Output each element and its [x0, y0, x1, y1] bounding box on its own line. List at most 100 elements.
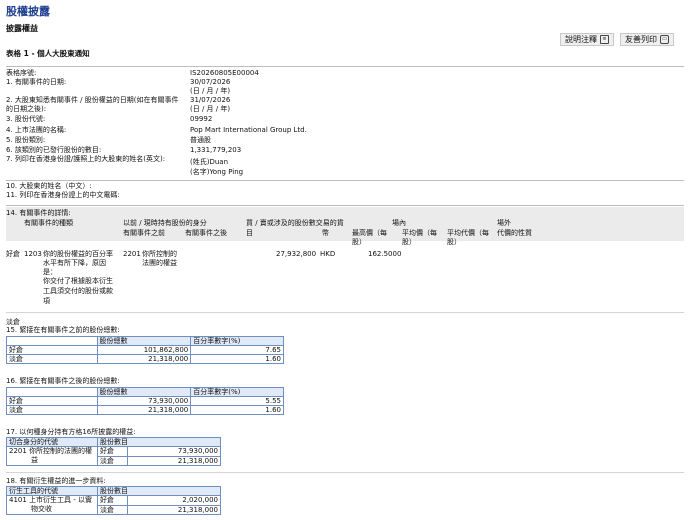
- header-shares: 股份數目: [97, 486, 221, 496]
- field-label: 5. 股份類別:: [6, 136, 46, 144]
- field-label-cont: 的日期之後):: [6, 105, 47, 113]
- header-pct: 百分率數字(%): [190, 336, 284, 346]
- section-14-header-bg: [6, 207, 684, 241]
- row-desc-line: 水平有所下降，原因: [43, 259, 106, 267]
- row-desc-line: 工具須交付的股份或款: [43, 287, 113, 295]
- row-before-line: 法團的權益: [142, 259, 177, 267]
- capacity-desc-cont: 益: [31, 456, 38, 464]
- header-shares: 股份總數: [96, 387, 192, 397]
- header-shares: 股份數目: [97, 437, 221, 447]
- field-label: 6. 該類別的已發行股份的數目:: [6, 146, 102, 154]
- field-label: 11. 列印在香港身份證上的中文電碼:: [6, 191, 120, 199]
- cell-pct: 1.60: [190, 405, 284, 415]
- row-desc-line: 項: [43, 297, 50, 305]
- printer-icon: ▭: [660, 35, 669, 44]
- capacity-code: 2201: [9, 447, 27, 455]
- header-code: 切合身分的代號: [6, 437, 98, 447]
- section-16-title: 16. 緊接在有關事件之後的股份總數:: [6, 377, 120, 385]
- col-event-type: 有關事件的種類: [24, 219, 73, 227]
- field-value: 09992: [190, 115, 213, 123]
- cell-shares: 73,930,000: [127, 446, 221, 457]
- cell-position: 淡倉: [6, 354, 98, 364]
- derivative-code: 4101: [9, 496, 27, 504]
- cell-shares: 21,318,000: [127, 504, 221, 515]
- row-highest: 162.5000: [368, 250, 402, 258]
- field-value: (姓氏)Duan: [190, 158, 229, 166]
- field-label: 3. 股份代號:: [6, 115, 46, 123]
- row-desc-line: 是：: [43, 268, 57, 276]
- section-16-table: 股份總數 百分率數字(%) 好倉 73,930,000 5.55 淡倉 21,3…: [6, 387, 284, 415]
- divider: [6, 472, 684, 473]
- field-note: (日 / 月 / 年): [190, 105, 231, 113]
- field-label: 7. 列印在香港身份證/護照上的大股東的姓名(英文):: [6, 155, 166, 163]
- cell-position: 好倉: [6, 396, 98, 406]
- row-before-line: 你所控制的: [142, 250, 177, 258]
- field-label: 4. 上市法團的名稱:: [6, 126, 67, 134]
- header-blank: [6, 387, 98, 397]
- section-18-title: 18. 有關衍生權益的進一步資料:: [6, 477, 106, 485]
- cell-shares: 21,318,000: [96, 354, 192, 364]
- table-header-row: 股份總數 百分率數字(%): [6, 387, 284, 397]
- col-average-consideration: 平均代價（每: [447, 229, 489, 237]
- table-row: 2201 你所控制的法團的權 益 好倉 73,930,000: [6, 446, 221, 466]
- derivative-desc-cont: 物交收: [31, 505, 52, 513]
- cell-capacity: 2201 你所控制的法團的權 益: [6, 446, 98, 466]
- cell-pct: 1.60: [190, 354, 284, 364]
- field-value: (名字)Yong Ping: [190, 168, 244, 176]
- field-value: 1,331,779,203: [190, 146, 242, 154]
- section-17-title: 17. 以何種身分持有方格16所披露的權益:: [6, 428, 136, 436]
- field-note: (日 / 月 / 年): [190, 87, 231, 95]
- col-currency: 幣: [322, 229, 329, 237]
- explain-button-label: 說明注釋: [565, 34, 597, 44]
- col-average-cont: 股）: [402, 238, 416, 246]
- divider: [6, 180, 684, 181]
- section-18-table: 衍生工具的代號 股份數目 4101 上市衍生工具 - 以實 物交收 好倉 2,0…: [6, 486, 221, 515]
- row-event-code: 1203: [24, 250, 42, 258]
- col-shares: 買 / 賣或涉及的股份數交易的貨: [246, 219, 344, 227]
- section-15-title: 15. 緊接在有關事件之前的股份總數:: [6, 326, 120, 334]
- cell-position: 好倉: [6, 345, 98, 355]
- table-row: 淡倉 21,318,000 1.60: [6, 405, 284, 415]
- cell-shares: 73,930,000: [96, 396, 192, 406]
- field-label: 2. 大股東知悉有關事件 / 股份權益的日期(如在有關事件: [6, 96, 179, 104]
- derivative-desc: 上市衍生工具 - 以實: [29, 496, 93, 504]
- print-button-label: 友善列印: [625, 34, 657, 44]
- page-subtitle: 披露權益: [6, 24, 38, 33]
- cell-pct: 5.55: [190, 396, 284, 406]
- cell-shares: 21,318,000: [96, 405, 192, 415]
- field-value: 31/07/2026: [190, 96, 231, 104]
- field-value: 普通股: [190, 136, 211, 144]
- form-title: 表格 1 - 個人大股東通知: [6, 49, 90, 58]
- cell-position: 好倉: [97, 495, 128, 506]
- row-before-code: 2201: [123, 250, 141, 258]
- row-shares: 27,932,800: [276, 250, 317, 258]
- header-pct: 百分率數字(%): [190, 387, 284, 397]
- cell-shares: 101,862,800: [96, 345, 192, 355]
- explain-button[interactable]: 說明注釋 ≡: [560, 33, 614, 46]
- cell-position: 淡倉: [97, 455, 128, 466]
- col-off-exchange: 場外: [497, 219, 511, 227]
- col-after: 有關事件之後: [185, 229, 227, 237]
- section-17-table: 切合身分的代號 股份數目 2201 你所控制的法團的權 益 好倉 73,930,…: [6, 437, 221, 466]
- field-label: 10. 大股東的姓名（中文）:: [6, 182, 92, 190]
- col-capacity: 以前 / 現時持有股份的身分: [123, 219, 207, 227]
- capacity-desc: 你所控制的法團的權: [29, 447, 93, 455]
- table-header-row: 切合身分的代號 股份數目: [6, 437, 221, 447]
- table-header-row: 衍生工具的代號 股份數目: [6, 486, 221, 496]
- cell-position: 淡倉: [6, 405, 98, 415]
- cell-shares: 21,318,000: [127, 455, 221, 466]
- page-title: 股權披露: [6, 5, 50, 18]
- header-code: 衍生工具的代號: [6, 486, 98, 496]
- table-row: 4101 上市衍生工具 - 以實 物交收 好倉 2,020,000: [6, 495, 221, 515]
- divider: [6, 205, 684, 206]
- col-average-consideration-cont: 股）: [447, 238, 461, 246]
- cell-pct: 7.65: [190, 345, 284, 355]
- col-on-exchange: 場內: [392, 219, 406, 227]
- table-row: 淡倉 21,318,000 1.60: [6, 354, 284, 364]
- col-average: 平均價（每: [402, 229, 437, 237]
- row-desc-line: 你交付了根據股本衍生: [43, 277, 113, 285]
- print-button[interactable]: 友善列印 ▭: [620, 33, 674, 46]
- row-currency: HKD: [320, 250, 336, 258]
- row-position: 好倉: [6, 250, 20, 258]
- divider: [6, 66, 684, 67]
